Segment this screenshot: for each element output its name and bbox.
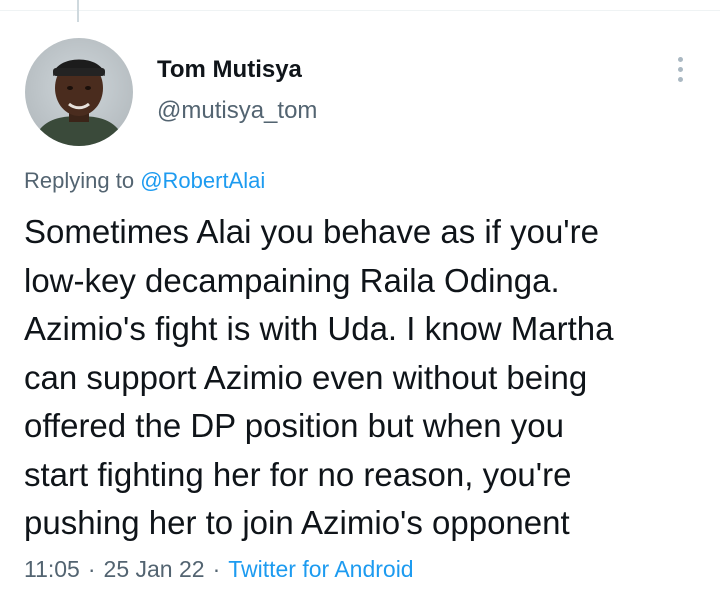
tweet-text-line: Sometimes Alai you behave as if you're xyxy=(24,213,599,250)
avatar[interactable] xyxy=(25,38,133,146)
tweet-date[interactable]: 25 Jan 22 xyxy=(104,556,205,582)
replying-to-link[interactable]: @RobertAlai xyxy=(140,168,265,193)
tweet-text-line: Azimio's fight is with Uda. I know Marth… xyxy=(24,310,614,347)
more-dot-icon xyxy=(677,56,683,62)
top-divider xyxy=(0,10,720,11)
thread-connector-line xyxy=(77,0,79,22)
profile-photo-icon xyxy=(33,59,125,146)
tweet-text: Sometimes Alai you behave as if you're l… xyxy=(24,208,714,548)
tweet-text-line: offered the DP position but when you xyxy=(24,407,564,444)
author-handle[interactable]: @mutisya_tom xyxy=(157,97,317,125)
tweet-text-line: can support Azimio even without being xyxy=(24,358,588,396)
tweet-text-line: start fighting her for no reason, you're xyxy=(24,455,572,493)
more-dot-icon xyxy=(677,76,683,82)
replying-to-line: Replying to @RobertAlai xyxy=(24,168,265,194)
author-display-name[interactable]: Tom Mutisya xyxy=(157,56,302,84)
tweet-meta: 11:05 · 25 Jan 22 · Twitter for Android xyxy=(24,556,414,583)
more-dot-icon xyxy=(677,66,683,72)
tweet-source-link[interactable]: Twitter for Android xyxy=(228,556,413,582)
meta-separator: · xyxy=(212,556,221,582)
tweet-text-line: low-key decampaining Raila Odinga. xyxy=(24,261,560,299)
more-options-button[interactable] xyxy=(668,52,692,86)
replying-to-label: Replying to xyxy=(24,168,135,193)
tweet-text-line: pushing her to join Azimio's opponent xyxy=(24,504,570,541)
meta-separator: · xyxy=(87,556,96,582)
tweet-time[interactable]: 11:05 xyxy=(24,556,80,582)
